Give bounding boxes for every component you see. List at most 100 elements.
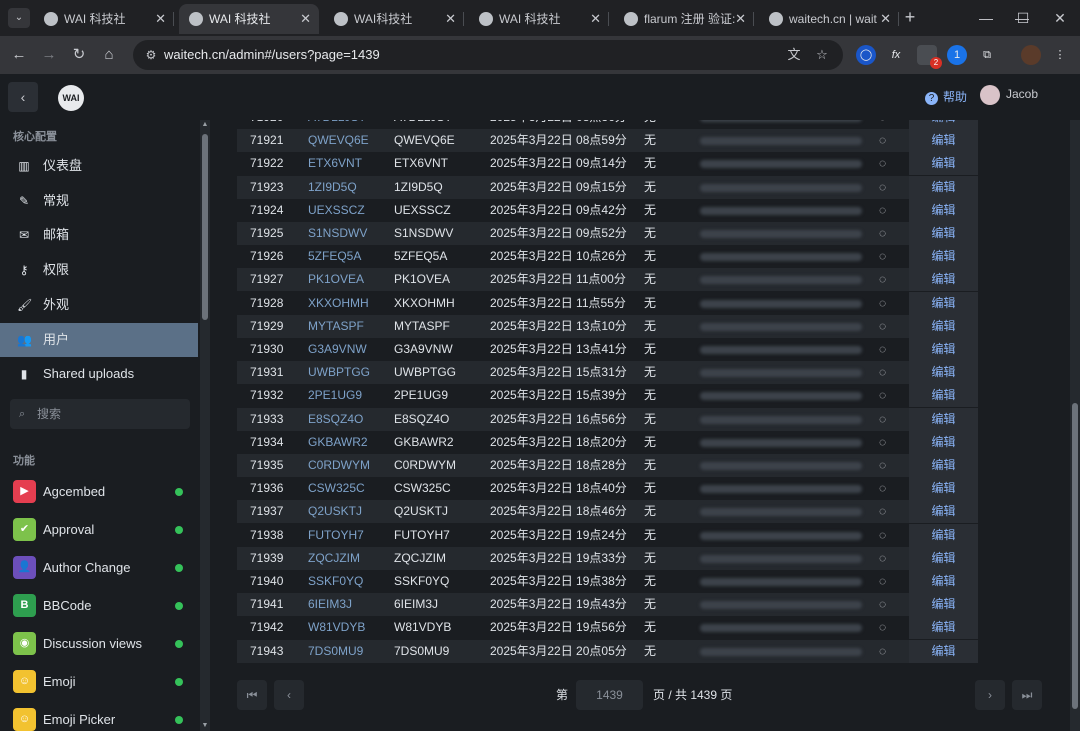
eye-slash-icon[interactable]: ◌ [879, 129, 886, 152]
tab-close-icon[interactable]: ✕ [445, 4, 456, 34]
forward-arrow-icon[interactable]: → [38, 44, 60, 66]
eye-slash-icon[interactable]: ◌ [879, 431, 886, 454]
username-link[interactable]: Q2USKTJ [308, 500, 362, 523]
new-tab-button[interactable]: + [900, 6, 920, 28]
next-page-icon[interactable]: › [975, 680, 1005, 710]
edit-button[interactable]: 编辑 [909, 268, 978, 292]
extension-badge-icon[interactable]: 2 [917, 45, 942, 69]
bookmark-star-icon[interactable]: ☆ [813, 46, 831, 64]
username-link[interactable]: 6IEIM3J [308, 593, 352, 616]
prev-page-icon[interactable]: ‹ [274, 680, 304, 710]
extension-item[interactable]: ✔ Approval [0, 511, 198, 549]
username-link[interactable]: ATDLLJST [308, 120, 366, 129]
eye-slash-icon[interactable]: ◌ [879, 570, 886, 593]
edit-button[interactable]: 编辑 [909, 361, 978, 385]
edit-button[interactable]: 编辑 [909, 500, 978, 524]
edit-button[interactable]: 编辑 [909, 546, 978, 570]
username-link[interactable]: G3A9VNW [308, 338, 367, 361]
eye-slash-icon[interactable]: ◌ [879, 593, 886, 616]
tab-close-icon[interactable]: ✕ [590, 4, 601, 34]
eye-slash-icon[interactable]: ◌ [879, 152, 886, 175]
edit-button[interactable]: 编辑 [909, 129, 978, 153]
username-link[interactable]: XKXOHMH [308, 292, 369, 315]
edit-button[interactable]: 编辑 [909, 523, 978, 547]
sidebar-item-pencil[interactable]: ✎ 常规 [0, 184, 198, 218]
page-number-input[interactable]: 1439 [576, 680, 643, 710]
username-link[interactable]: ETX6VNT [308, 152, 362, 175]
username-link[interactable]: ZQCJZIM [308, 547, 360, 570]
browser-tab[interactable]: WAI 科技社 ✕ [179, 4, 319, 34]
edit-button[interactable]: 编辑 [909, 477, 978, 501]
username-link[interactable]: 2PE1UG9 [308, 384, 362, 407]
eye-slash-icon[interactable]: ◌ [879, 616, 886, 639]
minimize-icon[interactable]: — [968, 6, 1004, 30]
edit-button[interactable]: 编辑 [909, 175, 978, 199]
extension-item[interactable]: ▶ Agcembed [0, 473, 198, 511]
sidebar-item-key[interactable]: ⚷ 权限 [0, 253, 198, 287]
edit-button[interactable]: 编辑 [909, 384, 978, 408]
username-link[interactable]: W81VDYB [308, 616, 365, 639]
eye-slash-icon[interactable]: ◌ [879, 222, 886, 245]
help-link[interactable]: ? 帮助 [925, 88, 967, 105]
edit-button[interactable]: 编辑 [909, 314, 978, 338]
translate-icon[interactable]: 文 [785, 46, 803, 64]
edit-button[interactable]: 编辑 [909, 430, 978, 454]
sidebar-item-users[interactable]: 👥 用户 [0, 322, 198, 357]
sidebar-item-file[interactable]: ▮ Shared uploads [0, 357, 198, 391]
username-link[interactable]: GKBAWR2 [308, 431, 368, 454]
tab-close-icon[interactable]: ✕ [735, 4, 746, 34]
eye-slash-icon[interactable]: ◌ [879, 338, 886, 361]
eye-slash-icon[interactable]: ◌ [879, 315, 886, 338]
site-info-icon[interactable]: ⚙ [143, 47, 159, 63]
browser-tab[interactable]: WAI科技社 ✕ [324, 4, 464, 34]
scroll-up-arrow-icon[interactable]: ▲ [200, 120, 210, 130]
profile-avatar[interactable] [1021, 45, 1041, 65]
username-link[interactable]: FUTOYH7 [308, 524, 364, 547]
browser-tab[interactable]: flarum 注册 验证: ✕ [614, 4, 754, 34]
extension-item[interactable]: 👤 Author Change [0, 549, 198, 587]
scroll-down-arrow-icon[interactable]: ▼ [200, 721, 210, 731]
back-arrow-icon[interactable]: ← [8, 44, 30, 66]
first-page-icon[interactable]: ⏮ [237, 680, 267, 710]
eye-slash-icon[interactable]: ◌ [879, 454, 886, 477]
eye-slash-icon[interactable]: ◌ [879, 524, 886, 547]
browser-tab[interactable]: waitech.cn | wait ✕ [759, 4, 899, 34]
home-icon[interactable]: ⌂ [98, 44, 120, 66]
username-link[interactable]: S1NSDWV [308, 222, 367, 245]
eye-slash-icon[interactable]: ◌ [879, 120, 886, 129]
browser-menu-icon[interactable]: ⋮ [1050, 45, 1070, 65]
sidebar-scroll-thumb[interactable] [202, 134, 208, 320]
eye-slash-icon[interactable]: ◌ [879, 384, 886, 407]
username-link[interactable]: 1ZI9D5Q [308, 176, 357, 199]
user-menu[interactable]: Jacob [980, 85, 1038, 107]
edit-button[interactable]: 编辑 [909, 407, 978, 431]
username-link[interactable]: UEXSSCZ [308, 199, 365, 222]
username-link[interactable]: QWEVQ6E [308, 129, 369, 152]
username-link[interactable]: UWBPTGG [308, 361, 370, 384]
username-link[interactable]: CSW325C [308, 477, 365, 500]
maximize-icon[interactable]: ☐ [1005, 6, 1041, 30]
extension-item[interactable]: B BBCode [0, 587, 198, 625]
extension-item[interactable]: ☺ Emoji Picker [0, 701, 198, 731]
username-link[interactable]: E8SQZ4O [308, 408, 363, 431]
eye-slash-icon[interactable]: ◌ [879, 408, 886, 431]
eye-slash-icon[interactable]: ◌ [879, 292, 886, 315]
edit-button[interactable]: 编辑 [909, 593, 978, 617]
eye-slash-icon[interactable]: ◌ [879, 361, 886, 384]
eye-slash-icon[interactable]: ◌ [879, 477, 886, 500]
username-link[interactable]: SSKF0YQ [308, 570, 363, 593]
main-scroll-thumb[interactable] [1072, 403, 1078, 709]
extension-circle-icon[interactable]: ◯ [856, 45, 876, 65]
edit-button[interactable]: 编辑 [909, 152, 978, 176]
sidebar-search-input[interactable]: ⌕ 搜索 [10, 399, 190, 429]
extension-item[interactable]: ☺ Emoji [0, 663, 198, 701]
sidebar-item-paint-brush[interactable]: 🖌 外观 [0, 288, 198, 322]
username-link[interactable]: 5ZFEQ5A [308, 245, 361, 268]
edit-button[interactable]: 编辑 [909, 245, 978, 269]
edit-button[interactable]: 编辑 [909, 616, 978, 640]
edit-button[interactable]: 编辑 [909, 338, 978, 361]
tab-close-icon[interactable]: ✕ [880, 4, 891, 34]
last-page-icon[interactable]: ⏭ [1012, 680, 1042, 710]
sidebar-item-chart-bar[interactable]: ▥ 仪表盘 [0, 149, 198, 183]
username-link[interactable]: C0RDWYM [308, 454, 370, 477]
